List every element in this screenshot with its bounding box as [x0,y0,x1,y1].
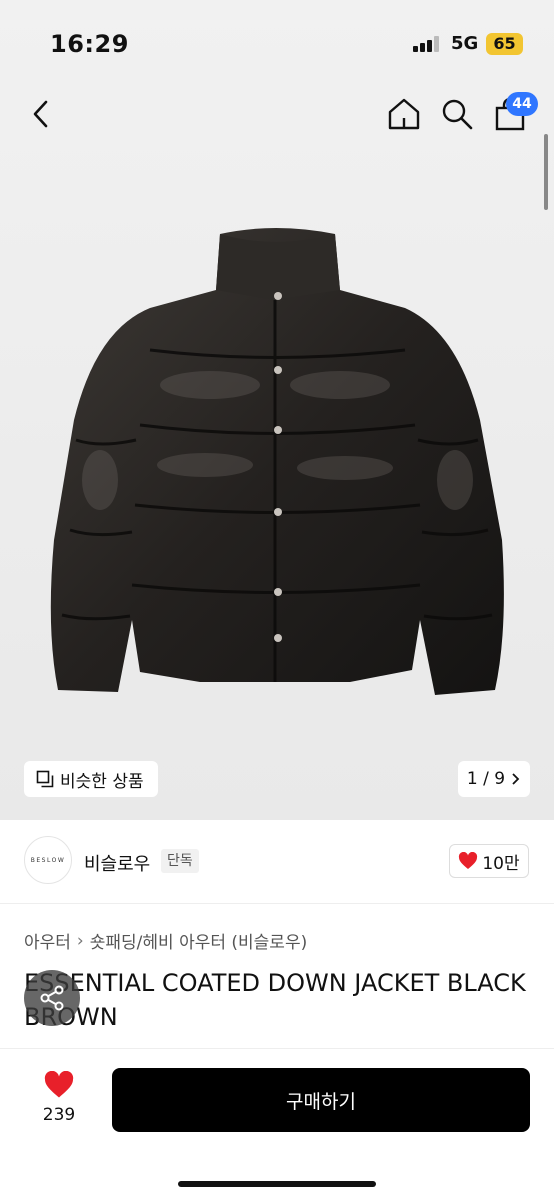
scrollbar[interactable] [544,134,548,210]
breadcrumb: 아우터 › 숏패딩/헤비 아우터 (비슬로우) [24,928,307,954]
home-button[interactable] [386,96,422,132]
similar-products-button[interactable]: 비슷한 상품 [24,761,158,797]
signal-icon [413,36,439,52]
buy-button[interactable]: 구매하기 [112,1068,530,1132]
breadcrumb-subcategory[interactable]: 숏패딩/헤비 아우터 (비슬로우) [90,928,307,953]
jacket-image[interactable] [40,220,510,720]
back-arrow-icon [33,100,48,128]
product-title: ESSENTIAL COATED DOWN JACKET BLACK BROWN [24,969,526,1031]
status-bar: 16:29 5G 65 [0,0,554,88]
back-button[interactable] [26,96,58,132]
status-time: 16:29 [50,30,129,58]
image-pager-label: 1 / 9 [466,769,506,789]
wishlist-count: 239 [42,1105,76,1125]
top-nav [0,88,554,140]
search-button[interactable] [440,96,474,132]
heart-icon [459,852,478,869]
similar-products-label: 비슷한 상품 [60,771,144,792]
exclusive-badge: 단독 [161,849,199,873]
breadcrumb-category[interactable]: 아우터 [24,928,71,953]
product-image-area[interactable]: 16:29 5G 65 44 비슷한 상품 1 / 9 [0,0,554,820]
search-icon [442,99,473,130]
brand-like-count: 10만 [482,853,520,874]
wishlist-button[interactable]: 239 [30,1070,88,1129]
network-type: 5G [451,33,479,54]
brand-logo[interactable]: BESLOW [24,836,72,884]
share-button[interactable] [24,970,80,1026]
heart-icon [44,1070,74,1098]
image-pager[interactable]: 1 / 9 [458,761,530,797]
share-icon [40,985,64,1011]
brand-name[interactable]: 비슬로우 [84,850,150,876]
battery-icon: 65 [486,33,523,55]
chevron-right-icon [512,773,520,785]
home-indicator [178,1181,376,1187]
similar-icon [36,770,54,788]
chevron-right-icon: › [76,930,84,951]
home-icon [388,98,420,130]
bottom-action-bar: 239 구매하기 [0,1048,554,1200]
brand-like-button[interactable]: 10만 [449,844,529,878]
cart-count-badge: 44 [506,92,538,116]
brand-row[interactable]: BESLOW 비슬로우 단독 10만 [0,820,554,904]
